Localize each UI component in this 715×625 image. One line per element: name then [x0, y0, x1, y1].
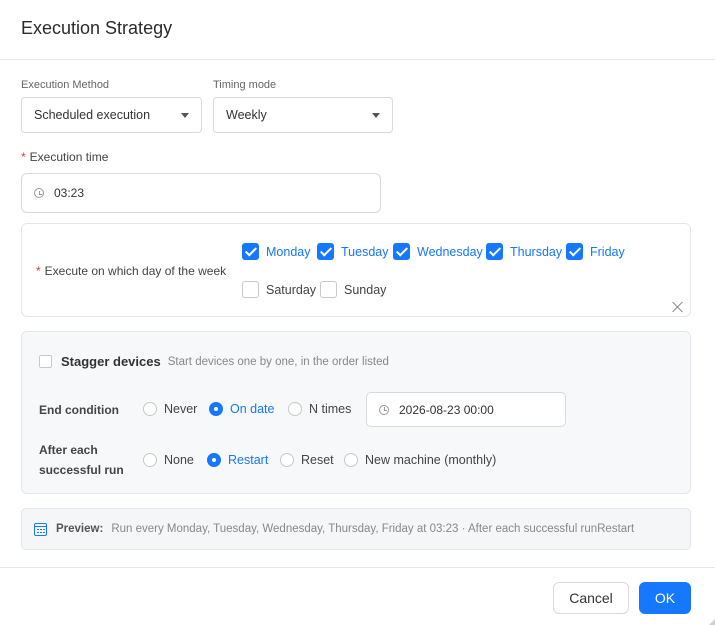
- weekday-label: * Execute on which day of the week: [36, 264, 226, 278]
- radio-label: None: [164, 453, 194, 467]
- radio-after-restart[interactable]: Restart: [207, 453, 268, 467]
- weekday-label-text: Execute on which day of the week: [44, 264, 227, 278]
- execution-method-label: Execution Method: [21, 79, 110, 91]
- execution-time-label-text: Execution time: [29, 150, 109, 164]
- radio-unselected-icon: [143, 453, 157, 467]
- execution-time-value: 03:23: [54, 186, 85, 200]
- radio-unselected-icon: [143, 402, 157, 416]
- weekday-selector: * Execute on which day of the week Monday…: [21, 223, 691, 317]
- checkbox-label: Wednesday: [417, 244, 483, 259]
- checkbox-label: Sunday: [344, 282, 387, 297]
- required-marker: *: [21, 150, 26, 164]
- execution-method-select[interactable]: Scheduled execution: [21, 97, 202, 133]
- radio-label: Reset: [301, 453, 334, 467]
- checkbox-checked-icon: [486, 243, 503, 260]
- checkbox-label: Monday: [266, 244, 311, 259]
- timing-mode-value: Weekly: [226, 108, 267, 122]
- checkbox-monday[interactable]: Monday: [242, 243, 310, 260]
- required-marker: *: [36, 264, 41, 278]
- checkbox-thursday[interactable]: Thursday: [486, 243, 562, 260]
- checkbox-sunday[interactable]: Sunday: [320, 281, 386, 298]
- radio-after-reset[interactable]: Reset: [280, 453, 334, 467]
- dialog-header: Execution Strategy: [0, 0, 715, 60]
- checkbox-tuesday[interactable]: Tuesday: [317, 243, 388, 260]
- radio-label: New machine (monthly): [365, 453, 497, 467]
- checkbox-unchecked-icon: [242, 281, 259, 298]
- radio-unselected-icon: [344, 453, 358, 467]
- cancel-button[interactable]: Cancel: [553, 582, 629, 614]
- end-date-input[interactable]: 2026-08-23 00:00: [366, 392, 566, 427]
- timing-mode-select[interactable]: Weekly: [213, 97, 393, 133]
- checkbox-label: Friday: [590, 244, 625, 259]
- advanced-options-panel: Stagger devices Start devices one by one…: [21, 331, 691, 494]
- radio-unselected-icon: [280, 453, 294, 467]
- execution-method-value: Scheduled execution: [34, 108, 151, 122]
- close-icon[interactable]: [672, 301, 684, 313]
- stagger-devices-label: Stagger devices: [61, 354, 161, 369]
- footer-divider: [0, 567, 715, 568]
- execution-time-input[interactable]: 03:23: [21, 173, 381, 213]
- end-date-value: 2026-08-23 00:00: [399, 402, 494, 417]
- radio-label: Never: [164, 402, 198, 416]
- checkbox-checked-icon: [317, 243, 334, 260]
- timing-mode-label: Timing mode: [213, 79, 277, 91]
- after-run-label: After each successful run: [39, 440, 124, 480]
- stagger-devices-description: Start devices one by one, in the order l…: [167, 355, 389, 368]
- radio-after-new-machine[interactable]: New machine (monthly): [344, 453, 496, 467]
- calendar-icon: [34, 522, 47, 536]
- checkbox-checked-icon: [566, 243, 583, 260]
- checkbox-checked-icon: [393, 243, 410, 260]
- checkbox-checked-icon: [242, 243, 259, 260]
- clock-icon: [34, 188, 44, 198]
- radio-end-on-date[interactable]: On date: [209, 402, 274, 416]
- dialog-title: Execution Strategy: [21, 18, 173, 38]
- chevron-down-icon: [181, 113, 189, 118]
- radio-label: On date: [230, 402, 275, 416]
- ok-button[interactable]: OK: [639, 582, 691, 614]
- end-condition-label: End condition: [39, 403, 119, 417]
- radio-unselected-icon: [288, 402, 302, 416]
- clock-icon: [379, 404, 389, 415]
- radio-after-none[interactable]: None: [143, 453, 194, 467]
- checkbox-saturday[interactable]: Saturday: [242, 281, 316, 298]
- radio-selected-icon: [207, 453, 221, 467]
- checkbox-label: Tuesday: [341, 244, 389, 259]
- preview-text: Run every Monday, Tuesday, Wednesday, Th…: [111, 523, 635, 535]
- radio-end-never[interactable]: Never: [143, 402, 197, 416]
- stagger-devices-row: Stagger devices Start devices one by one…: [39, 354, 389, 369]
- checkbox-label: Saturday: [266, 282, 317, 297]
- preview-label: Preview:: [56, 523, 104, 535]
- resize-handle-icon[interactable]: [709, 619, 715, 625]
- checkbox-unchecked-icon: [320, 281, 337, 298]
- radio-end-n-times[interactable]: N times: [288, 402, 351, 416]
- after-run-label-line1: After each: [39, 443, 98, 457]
- checkbox-label: Thursday: [510, 244, 563, 259]
- chevron-down-icon: [372, 113, 380, 118]
- schedule-preview: Preview: Run every Monday, Tuesday, Wedn…: [21, 508, 691, 550]
- checkbox-friday[interactable]: Friday: [566, 243, 625, 260]
- after-run-label-line2: successful run: [39, 463, 124, 477]
- radio-label: Restart: [228, 453, 269, 467]
- radio-label: N times: [309, 402, 352, 416]
- radio-selected-icon: [209, 402, 223, 416]
- execution-time-label: * Execution time: [21, 150, 108, 164]
- stagger-devices-checkbox[interactable]: [39, 355, 52, 368]
- checkbox-wednesday[interactable]: Wednesday: [393, 243, 483, 260]
